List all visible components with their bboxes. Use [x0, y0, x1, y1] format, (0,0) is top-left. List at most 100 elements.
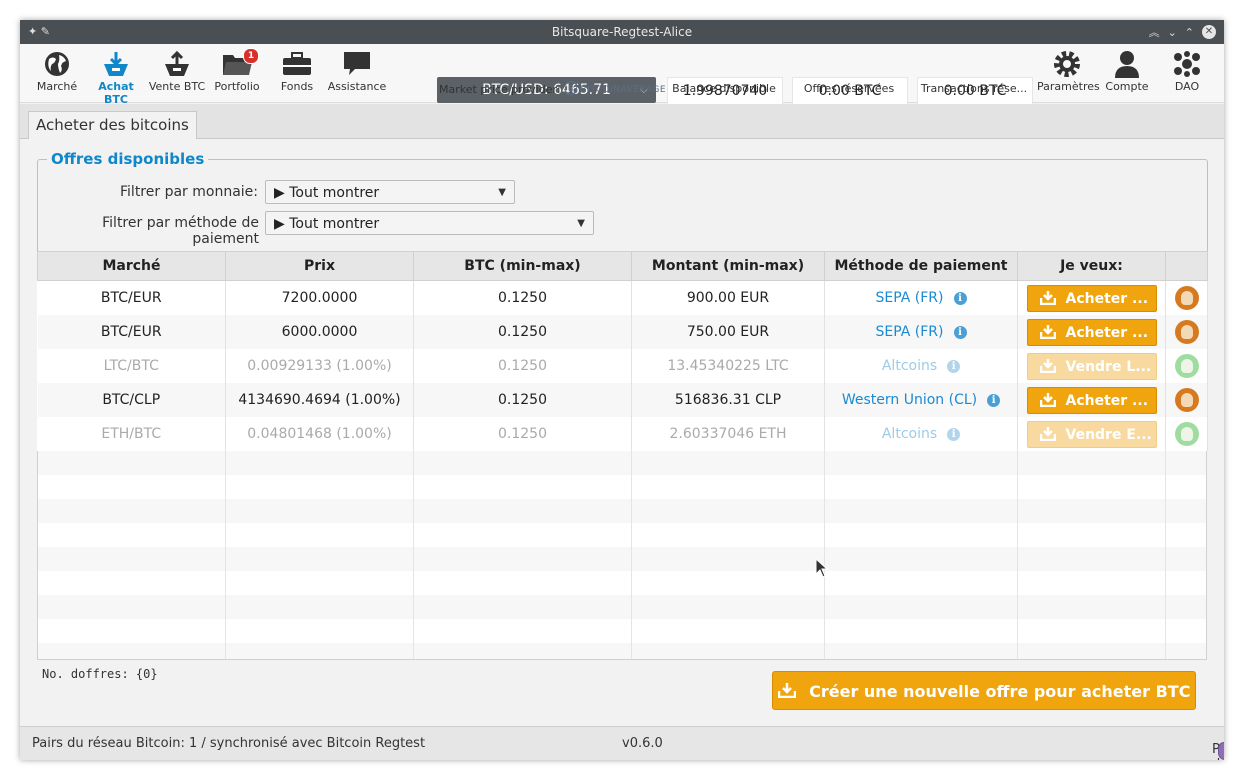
offers-table: Marché Prix BTC (min-max) Montant (min-m…	[37, 251, 1208, 451]
market-price-provider: Market price provider: B BITCOINAVERAGE	[439, 80, 667, 98]
cell-btc-amount: 0.1250	[413, 417, 632, 451]
cell-market: BTC/EUR	[37, 280, 226, 315]
dao-icon	[1157, 48, 1217, 80]
nav-marche[interactable]: Marché	[27, 48, 87, 93]
nav-vente-btc[interactable]: Vente BTC	[147, 48, 207, 93]
provider-name: BITCOINAVERAGE	[580, 84, 667, 95]
nav-label: Paramètres	[1037, 80, 1100, 93]
nav-label: Portfolio	[214, 80, 260, 93]
table-row[interactable]: BTC/EUR 6000.0000 0.1250 750.00 EUR SEPA (FR…	[37, 315, 1208, 349]
filter-currency-label: Filtrer par monnaie:	[120, 184, 258, 200]
cell-amount: 900.00 EUR	[631, 280, 825, 315]
take-offer-button[interactable]: Acheter ...	[1026, 284, 1157, 312]
info-icon[interactable]: i	[947, 427, 961, 441]
cell-market: LTC/BTC	[37, 349, 226, 383]
balance-locked-label: Transactions rése...	[920, 82, 1028, 95]
tab-acheter-des-bitcoins[interactable]: Acheter des bitcoins	[28, 111, 197, 139]
cell-price: 7200.0000	[225, 280, 414, 315]
take-offer-button[interactable]: Vendre E...	[1026, 420, 1157, 451]
column-header[interactable]: Marché	[37, 251, 226, 281]
offer-count: No. doffres: {0}	[42, 667, 158, 681]
cell-action: Acheter ...	[1017, 315, 1166, 349]
nav-compte[interactable]: Compte	[1097, 48, 1157, 93]
table-row[interactable]: ETH/BTC 0.04801468 (1.00%) 0.1250 2.6033704…	[37, 417, 1208, 451]
dropdown-arrow-icon: ▼	[498, 187, 506, 198]
peer-avatar-icon[interactable]	[1174, 388, 1199, 412]
close-icon[interactable]: ✕	[1202, 25, 1216, 39]
table-empty-area	[37, 451, 1207, 660]
nav-achat-btc[interactable]: Achat BTC	[86, 48, 146, 106]
filter-currency-value: ▶ Tout montrer	[274, 185, 380, 201]
nav-assistance[interactable]: Assistance	[327, 48, 387, 93]
download-icon	[1039, 356, 1056, 383]
info-icon[interactable]: i	[947, 359, 961, 373]
nav-parametres[interactable]: Paramètres	[1037, 48, 1100, 93]
nav-fonds[interactable]: Fonds	[267, 48, 327, 93]
peer-avatar-icon[interactable]	[1174, 354, 1199, 378]
nav-label: Assistance	[327, 80, 387, 93]
download-icon	[1039, 424, 1056, 451]
payment-method-label: Altcoins	[881, 358, 938, 374]
cell-avatar	[1165, 280, 1208, 315]
cell-amount: 2.60337046 ETH	[631, 417, 825, 451]
cell-action: Acheter ...	[1017, 280, 1166, 315]
globe-icon	[27, 48, 87, 80]
user-icon	[1097, 48, 1157, 80]
table-row[interactable]: BTC/CLP 4134690.4694 (1.00%) 0.1250 516836.…	[37, 383, 1208, 417]
column-header[interactable]: BTC (min-max)	[413, 251, 632, 281]
column-header[interactable]: Prix	[225, 251, 414, 281]
info-icon[interactable]: i	[953, 325, 967, 339]
column-header[interactable]: Méthode de paiement	[824, 251, 1018, 281]
cell-payment-method: Altcoins i	[824, 349, 1018, 383]
app-window: ✦ ✎ Bitsquare-Regtest-Alice ︽ ⌄ ⌃ ✕ Marc…	[20, 20, 1224, 760]
info-icon[interactable]: i	[953, 291, 967, 305]
nav-portfolio[interactable]: 1 Portfolio	[207, 48, 267, 93]
take-offer-button[interactable]: Acheter ...	[1026, 318, 1157, 346]
info-icon[interactable]: i	[987, 393, 1001, 407]
table-row[interactable]: BTC/EUR 7200.0000 0.1250 900.00 EUR SEPA (FR…	[37, 280, 1208, 315]
nav-dao[interactable]: DAO	[1157, 48, 1217, 93]
cell-market: ETH/BTC	[37, 417, 226, 451]
cell-avatar	[1165, 383, 1208, 417]
cell-action: Acheter ...	[1017, 383, 1166, 417]
balance-reserved-label: Offres réservées	[803, 82, 895, 95]
cell-btc-amount: 0.1250	[413, 383, 632, 417]
cell-payment-method: Western Union (CL) i	[824, 383, 1018, 417]
take-offer-label: Acheter ...	[1065, 290, 1149, 307]
chat-icon	[327, 48, 387, 80]
column-header[interactable]: Montant (min-max)	[631, 251, 825, 281]
nav-label: Fonds	[280, 80, 314, 93]
table-row[interactable]: LTC/BTC 0.00929133 (1.00%) 0.1250 13.453402…	[37, 349, 1208, 383]
peer-avatar-icon[interactable]	[1174, 286, 1199, 310]
keep-above-icon[interactable]: ︽	[1149, 24, 1160, 40]
nav-label: Compte	[1105, 80, 1149, 93]
tab-bar: Acheter des bitcoins	[20, 104, 1224, 139]
filter-currency-select[interactable]: ▶ Tout montrer ▼	[265, 180, 515, 204]
filter-payment-select[interactable]: ▶ Tout montrer ▼	[265, 211, 594, 235]
create-offer-button[interactable]: Créer une nouvelle offre pour acheter BT…	[772, 671, 1196, 710]
download-icon	[1039, 390, 1056, 417]
cell-price: 4134690.4694 (1.00%)	[225, 383, 414, 417]
take-offer-button[interactable]: Acheter ...	[1026, 386, 1157, 417]
take-offer-label: Vendre E...	[1065, 426, 1152, 443]
payment-method-label: Altcoins	[881, 426, 938, 442]
take-offer-button[interactable]: Vendre L...	[1026, 352, 1157, 383]
cell-btc-amount: 0.1250	[413, 315, 632, 349]
take-offer-label: Vendre L...	[1065, 358, 1152, 375]
column-header[interactable]: Je veux:	[1017, 251, 1166, 281]
cell-btc-amount: 0.1250	[413, 280, 632, 315]
svg-text:B: B	[568, 84, 574, 93]
portfolio-badge: 1	[243, 48, 259, 64]
create-offer-label: Créer une nouvelle offre pour acheter BT…	[809, 682, 1191, 701]
nav-label: Achat BTC	[98, 80, 134, 106]
minimize-icon[interactable]: ⌄	[1168, 26, 1177, 39]
take-offer-label: Acheter ...	[1065, 324, 1149, 341]
mouse-cursor-icon	[815, 557, 829, 582]
cell-market: BTC/CLP	[37, 383, 226, 417]
cell-action: Vendre L...	[1017, 349, 1166, 383]
maximize-icon[interactable]: ⌃	[1185, 26, 1194, 39]
cell-price: 0.00929133 (1.00%)	[225, 349, 414, 383]
peer-avatar-icon[interactable]	[1174, 320, 1199, 344]
cell-btc-amount: 0.1250	[413, 349, 632, 383]
peer-avatar-icon[interactable]	[1174, 422, 1199, 446]
